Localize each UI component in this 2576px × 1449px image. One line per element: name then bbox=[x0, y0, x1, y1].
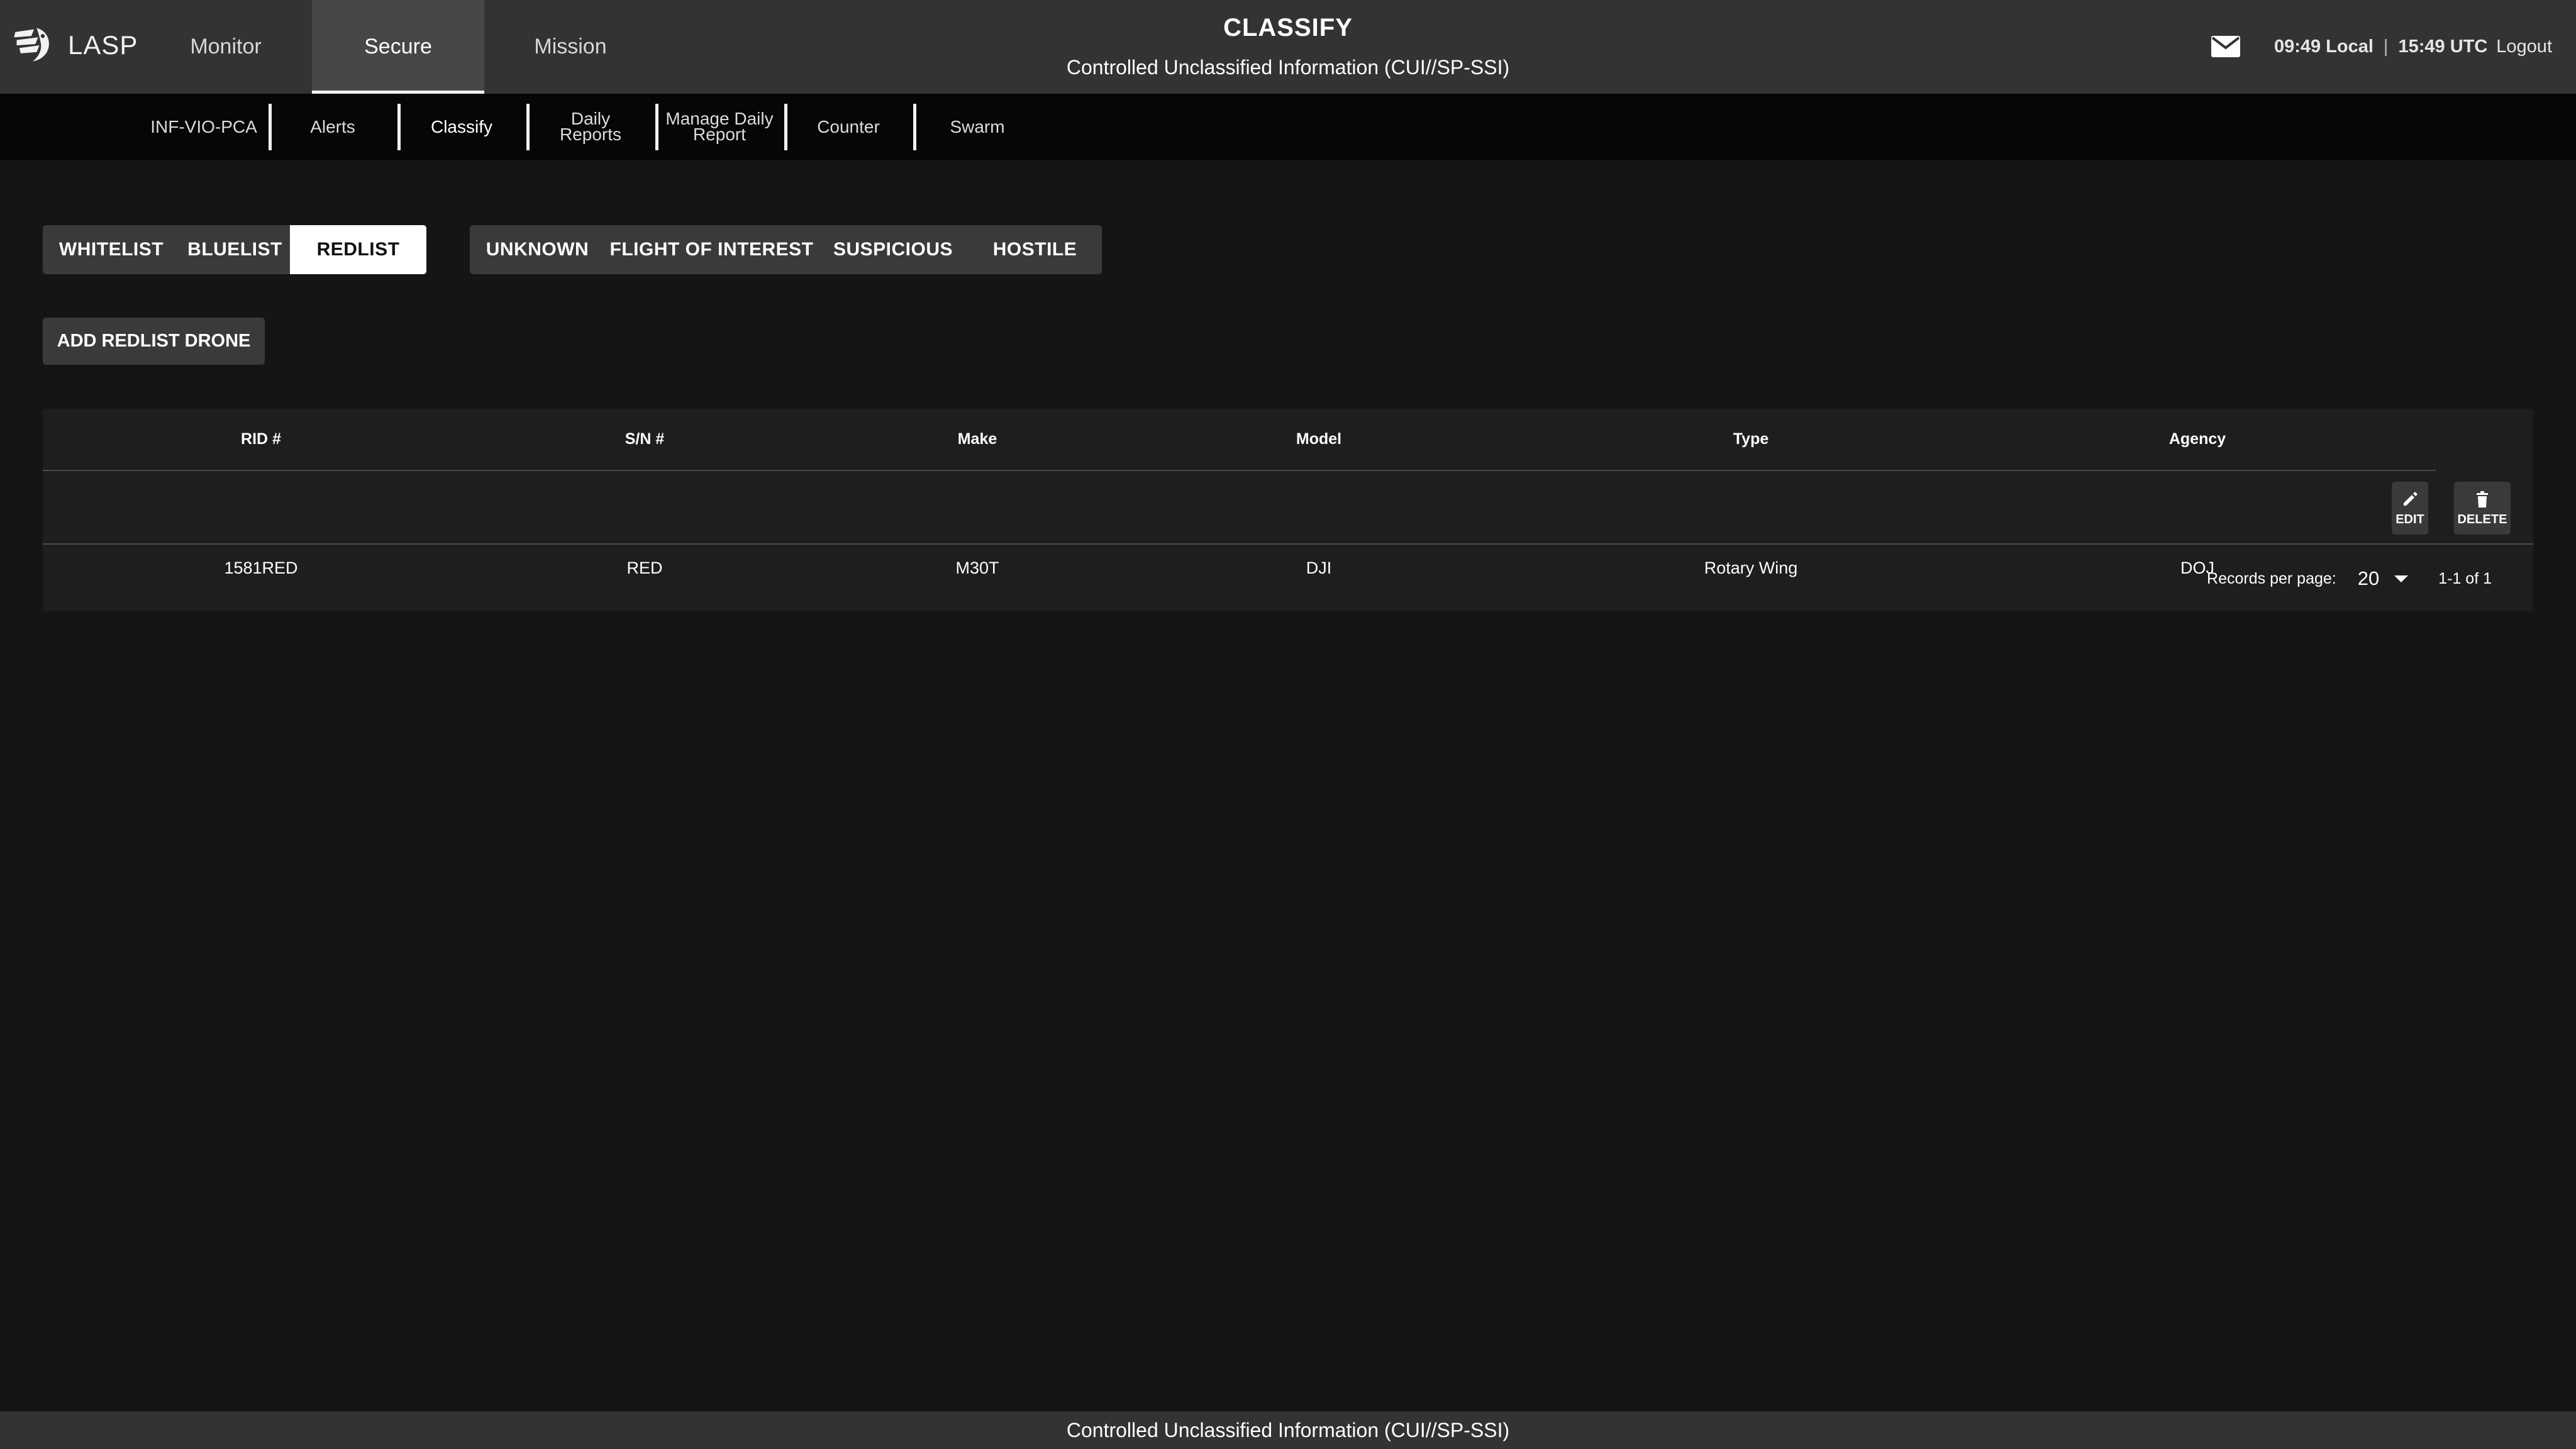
subtab-label-line2: Reports bbox=[559, 125, 622, 144]
brand-name: LASP bbox=[68, 30, 138, 60]
pencil-icon bbox=[2404, 491, 2418, 506]
classification-banner: Controlled Unclassified Information (CUI… bbox=[1066, 56, 1510, 79]
pagination: Records per page: 20 1-1 of 1 bbox=[2207, 566, 2492, 591]
list-toggle-group: WHITELIST BLUELIST REDLIST bbox=[43, 225, 426, 274]
cell-rid: 1581RED bbox=[224, 558, 298, 577]
lasp-logo-icon bbox=[11, 23, 54, 69]
cell-sn: RED bbox=[626, 558, 663, 577]
column-header-rid[interactable]: RID # bbox=[241, 430, 281, 448]
flight-of-interest-button[interactable]: FLIGHT OF INTEREST bbox=[605, 225, 818, 274]
bluelist-button[interactable]: BLUELIST bbox=[180, 225, 290, 274]
subtab-label: Classify bbox=[430, 116, 492, 136]
cell-make: M30T bbox=[955, 558, 999, 577]
whitelist-button[interactable]: WHITELIST bbox=[43, 225, 180, 274]
header-right: 09:49 Local | 15:49 UTC Logout bbox=[2210, 30, 2552, 63]
column-header-model[interactable]: Model bbox=[1296, 430, 1341, 448]
row-divider bbox=[43, 543, 2533, 545]
table-row[interactable]: 1581RED RED M30T DJI Rotary Wing DOJ bbox=[43, 470, 2533, 577]
header-center: CLASSIFY Controlled Unclassified Informa… bbox=[974, 14, 1602, 79]
subtab-label: Alerts bbox=[310, 116, 355, 136]
add-redlist-drone-button[interactable]: ADD REDLIST DRONE bbox=[43, 318, 265, 365]
subtab-daily-reports[interactable]: Daily Reports bbox=[528, 103, 653, 150]
cell-model: DJI bbox=[1306, 558, 1332, 577]
drone-table: RID # S/N # Make Model Type Agency 1581R… bbox=[43, 409, 2533, 611]
pagination-range: 1-1 of 1 bbox=[2438, 569, 2492, 587]
hostile-button[interactable]: HOSTILE bbox=[968, 225, 1102, 274]
suspicious-button[interactable]: SUSPICIOUS bbox=[818, 225, 968, 274]
subtab-counter[interactable]: Counter bbox=[786, 103, 911, 150]
subtab-inf-vio-pca[interactable]: INF-VIO-PCA bbox=[141, 103, 267, 150]
subtab-label-line2: Report bbox=[692, 125, 747, 144]
records-per-page-label: Records per page: bbox=[2207, 569, 2336, 587]
subtab-manage-daily-report[interactable]: Manage Daily Report bbox=[657, 103, 782, 150]
column-header-make[interactable]: Make bbox=[958, 430, 997, 448]
brand[interactable]: LASP bbox=[11, 23, 138, 68]
records-per-page-select[interactable]: 20 bbox=[2357, 567, 2409, 590]
mail-icon[interactable] bbox=[2210, 34, 2241, 59]
main-tab-mission[interactable]: Mission bbox=[484, 0, 657, 94]
trash-icon bbox=[2477, 491, 2488, 508]
subtab-swarm[interactable]: Swarm bbox=[914, 103, 1040, 150]
subtab-alerts[interactable]: Alerts bbox=[270, 103, 396, 150]
redlist-button[interactable]: REDLIST bbox=[290, 225, 426, 274]
column-header-type[interactable]: Type bbox=[1733, 430, 1769, 448]
app-root: LASP Monitor Secure Mission CLASSIFY Con… bbox=[0, 0, 2576, 1449]
column-header-sn[interactable]: S/N # bbox=[625, 430, 665, 448]
caret-down-icon bbox=[2394, 575, 2409, 582]
logout-link[interactable]: Logout bbox=[2496, 36, 2552, 57]
main-tab-secure[interactable]: Secure bbox=[312, 0, 484, 94]
time-separator: | bbox=[2383, 36, 2389, 57]
edit-button[interactable]: EDIT bbox=[2392, 482, 2428, 535]
utc-time: 15:49 UTC bbox=[2398, 36, 2488, 57]
subtab-label: Counter bbox=[817, 116, 880, 136]
main-tab-label: Secure bbox=[364, 35, 432, 58]
subtab-label: INF-VIO-PCA bbox=[150, 116, 257, 136]
column-header-agency[interactable]: Agency bbox=[2169, 430, 2226, 448]
subtab-classify[interactable]: Classify bbox=[399, 103, 525, 150]
classification-toggle-group: UNKNOWN FLIGHT OF INTEREST SUSPICIOUS HO… bbox=[470, 225, 1102, 274]
top-header: LASP Monitor Secure Mission CLASSIFY Con… bbox=[0, 0, 2576, 94]
footer-text: Controlled Unclassified Information (CUI… bbox=[1066, 1418, 1510, 1441]
cell-type: Rotary Wing bbox=[1704, 558, 1798, 577]
unknown-button[interactable]: UNKNOWN bbox=[470, 225, 605, 274]
footer-classification-banner: Controlled Unclassified Information (CUI… bbox=[0, 1411, 2576, 1449]
delete-button[interactable]: DELETE bbox=[2454, 482, 2511, 535]
edit-label: EDIT bbox=[2396, 512, 2424, 526]
subtab-label: Swarm bbox=[950, 116, 1005, 136]
sub-nav: INF-VIO-PCA Alerts Classify Daily Report… bbox=[0, 94, 2576, 160]
page-title: CLASSIFY bbox=[1223, 14, 1353, 42]
delete-label: DELETE bbox=[2457, 512, 2507, 526]
records-per-page-value: 20 bbox=[2357, 567, 2380, 589]
main-tab-label: Monitor bbox=[190, 35, 262, 58]
main-tab-monitor[interactable]: Monitor bbox=[140, 0, 312, 94]
local-time: 09:49 Local bbox=[2273, 36, 2373, 57]
main-tab-label: Mission bbox=[534, 35, 607, 58]
